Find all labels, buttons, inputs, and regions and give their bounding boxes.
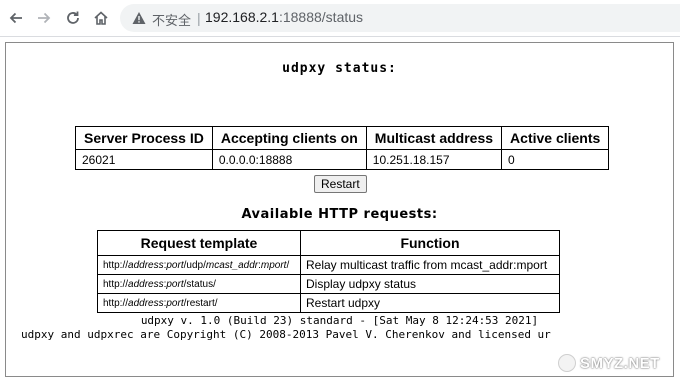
forward-arrow-icon: [36, 10, 52, 26]
warning-icon[interactable]: [132, 11, 146, 30]
header-server-pid: Server Process ID: [75, 126, 213, 150]
request-function: Display udpxy status: [300, 274, 560, 294]
url-separator: |: [197, 10, 201, 26]
back-arrow-icon: [8, 10, 24, 26]
cell-server-pid: 26021: [75, 149, 213, 170]
request-template: http://address:port/status/: [97, 274, 301, 294]
home-icon: [93, 10, 109, 26]
back-button[interactable]: [4, 6, 28, 30]
home-button[interactable]: [89, 6, 113, 30]
header-request-template: Request template: [97, 230, 301, 256]
status-header-row: Server Process ID Accepting clients on M…: [75, 126, 610, 150]
header-function: Function: [300, 230, 560, 256]
requests-header-row: Request template Function: [97, 230, 560, 256]
table-row: http://address:port/udp/mcast_addr:mport…: [97, 255, 560, 275]
security-label[interactable]: 不安全: [152, 10, 191, 29]
address-bar[interactable]: 不安全 | 192.168.2.1:18888/status: [120, 4, 680, 32]
reload-icon: [65, 10, 81, 26]
url-text[interactable]: 192.168.2.1:18888/status: [205, 9, 363, 25]
table-row: http://address:port/status/ Display udpx…: [97, 274, 560, 294]
watermark-text: SMYZ.NET: [580, 354, 660, 372]
page-title: udpxy status:: [282, 61, 397, 76]
url-host: 192.168.2.1: [205, 9, 279, 25]
request-function: Relay multicast traffic from mcast_addr:…: [300, 255, 560, 275]
url-path: :18888/status: [278, 9, 364, 25]
cell-multicast-address: 10.251.18.157: [365, 149, 503, 170]
footer-version: udpxy v. 1.0 (Build 23) standard - [Sat …: [140, 314, 539, 327]
footer-copyright: udpxy and udpxrec are Copyright (C) 2008…: [21, 328, 551, 341]
request-function: Restart udpxy: [300, 293, 560, 313]
requests-table: Request template Function http://address…: [97, 230, 560, 313]
table-row: http://address:port/restart/ Restart udp…: [97, 293, 560, 313]
watermark: SMYZ.NET: [558, 352, 676, 374]
request-template: http://address:port/udp/mcast_addr:mport…: [97, 255, 301, 275]
restart-button[interactable]: Restart: [314, 175, 367, 193]
header-multicast-address: Multicast address: [365, 126, 503, 150]
header-accepting-clients: Accepting clients on: [211, 126, 367, 150]
forward-button[interactable]: [32, 6, 56, 30]
header-active-clients: Active clients: [501, 126, 610, 150]
reload-button[interactable]: [61, 6, 85, 30]
status-table: Server Process ID Accepting clients on M…: [75, 126, 610, 170]
status-row: 26021 0.0.0.0:18888 10.251.18.157 0: [75, 149, 610, 170]
cell-active-clients: 0: [501, 149, 610, 170]
browser-toolbar: 不安全 | 192.168.2.1:18888/status: [0, 0, 680, 37]
request-template: http://address:port/restart/: [97, 293, 301, 313]
requests-heading: Available HTTP requests:: [241, 207, 438, 222]
cell-accepting-clients: 0.0.0.0:18888: [211, 149, 367, 170]
watermark-logo-icon: [558, 354, 576, 372]
page-frame: udpxy status: Server Process ID Acceptin…: [5, 42, 674, 377]
